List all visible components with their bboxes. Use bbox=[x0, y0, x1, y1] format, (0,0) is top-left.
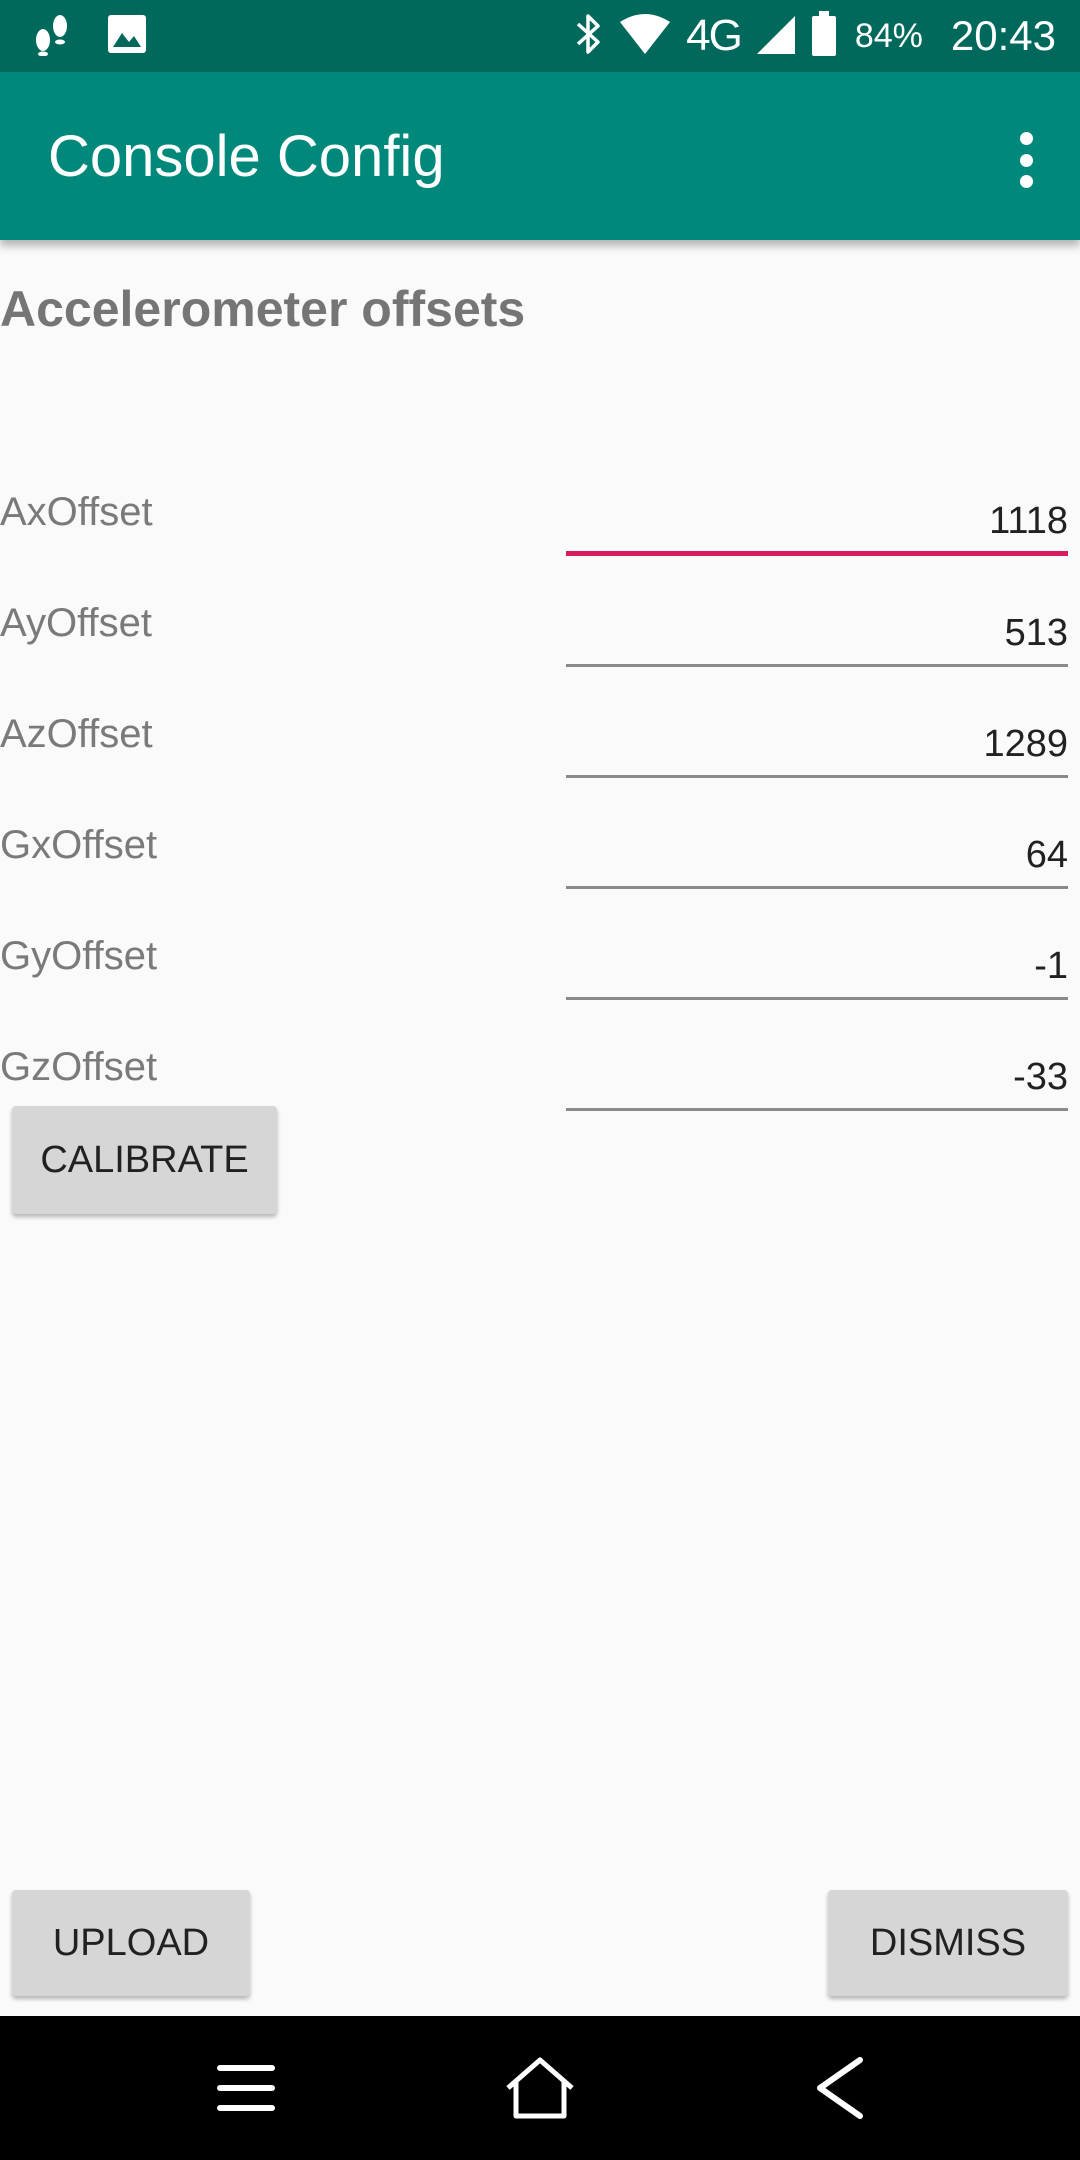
upload-button[interactable]: UPLOAD bbox=[12, 1890, 250, 1996]
clock: 20:43 bbox=[950, 12, 1056, 59]
gxoffset-field-container bbox=[566, 801, 1068, 889]
field-label: GxOffset bbox=[0, 823, 158, 867]
axoffset-field-container bbox=[566, 468, 1068, 556]
field-row-azoffset: AzOffset bbox=[0, 690, 1080, 790]
bluetooth-icon bbox=[574, 12, 604, 61]
field-row-axoffset: AxOffset bbox=[0, 468, 1080, 568]
network-type-label: 4G bbox=[686, 11, 743, 60]
field-label: AzOffset bbox=[0, 712, 153, 756]
image-icon bbox=[106, 13, 148, 60]
footsteps-icon bbox=[32, 12, 72, 61]
home-icon[interactable] bbox=[500, 2052, 580, 2124]
app-title: Console Config bbox=[48, 123, 445, 189]
gyoffset-field-container bbox=[566, 912, 1068, 1000]
back-icon[interactable] bbox=[800, 2052, 880, 2124]
field-label: AxOffset bbox=[0, 490, 153, 534]
field-label: GzOffset bbox=[0, 1045, 158, 1089]
wifi-icon bbox=[618, 12, 672, 61]
battery-icon bbox=[811, 10, 837, 62]
gzoffset-field-container bbox=[566, 1023, 1068, 1111]
gxoffset-input[interactable] bbox=[566, 801, 1068, 886]
overflow-menu-icon[interactable] bbox=[1012, 132, 1040, 188]
navigation-bar bbox=[0, 2016, 1080, 2160]
section-title: Accelerometer offsets bbox=[0, 281, 526, 337]
field-row-ayoffset: AyOffset bbox=[0, 579, 1080, 679]
battery-percent: 84% bbox=[854, 16, 923, 55]
azoffset-input[interactable] bbox=[566, 690, 1068, 775]
azoffset-field-container bbox=[566, 690, 1068, 778]
field-label: AyOffset bbox=[0, 601, 152, 645]
field-label: GyOffset bbox=[0, 934, 158, 978]
dismiss-button[interactable]: DISMISS bbox=[828, 1890, 1068, 1996]
ayoffset-field-container bbox=[566, 579, 1068, 667]
ayoffset-input[interactable] bbox=[566, 579, 1068, 664]
status-bar: 4G 84% 20:43 bbox=[0, 0, 1080, 72]
gyoffset-input[interactable] bbox=[566, 912, 1068, 997]
calibrate-button[interactable]: CALIBRATE bbox=[12, 1106, 277, 1214]
gzoffset-input[interactable] bbox=[566, 1023, 1068, 1108]
app-bar: Console Config bbox=[0, 72, 1080, 240]
cell-signal-icon bbox=[755, 12, 797, 61]
field-row-gxoffset: GxOffset bbox=[0, 801, 1080, 901]
axoffset-input[interactable] bbox=[566, 468, 1068, 551]
recent-apps-icon[interactable] bbox=[206, 2052, 286, 2124]
field-row-gyoffset: GyOffset bbox=[0, 912, 1080, 1012]
